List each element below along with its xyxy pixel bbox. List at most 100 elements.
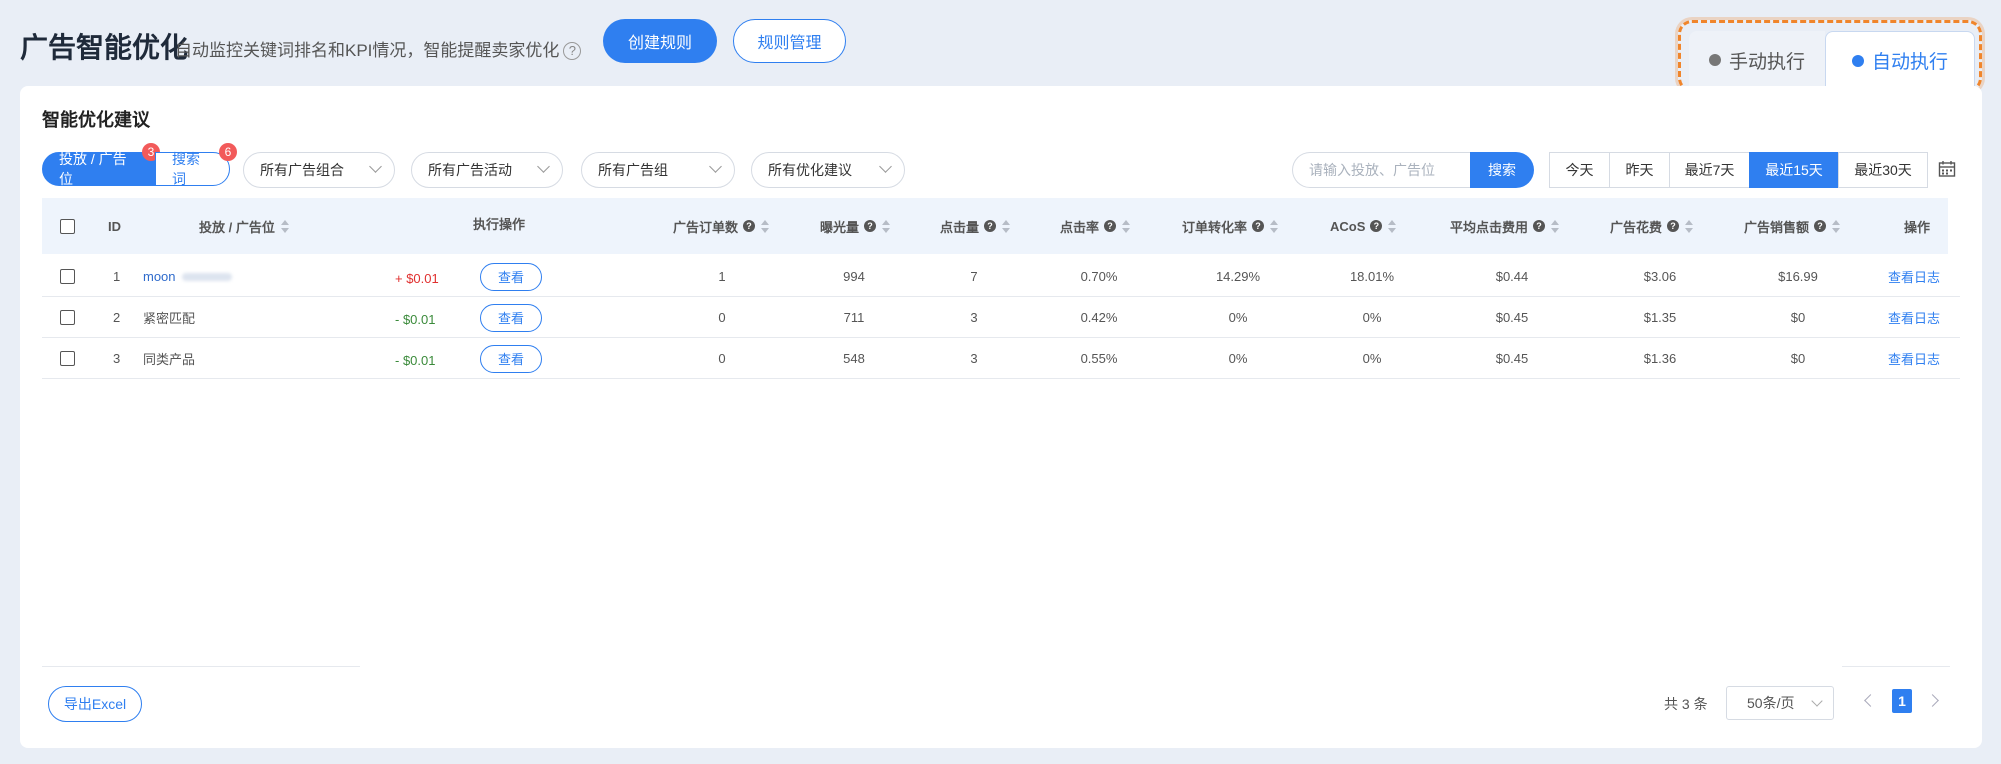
help-icon: ?	[1370, 220, 1383, 232]
header-orders[interactable]: 广告订单数?	[673, 198, 770, 254]
header-clicks[interactable]: 点击量?	[940, 198, 1011, 254]
table-row: 1 moon + $0.01 查看 1 994 7 0.70% 14.29% 1…	[42, 256, 1960, 297]
chevron-left-icon[interactable]	[1864, 694, 1877, 707]
date-range-selector: 今天 昨天 最近7天 最近15天 最近30天	[1549, 152, 1928, 188]
page-subtitle: 自动监控关键词排名和KPI情况，智能提醒卖家优化?	[175, 36, 582, 61]
view-log-link[interactable]: 查看日志	[1888, 256, 1940, 297]
date-15days-button[interactable]: 最近15天	[1749, 152, 1839, 188]
row-target: 同类产品	[143, 352, 196, 367]
page-title: 广告智能优化	[20, 32, 189, 63]
date-30days-button[interactable]: 最近30天	[1838, 152, 1928, 188]
question-circle-icon[interactable]: ?	[563, 42, 582, 60]
divider	[1842, 666, 1950, 667]
ad-group-select[interactable]: 所有广告组	[581, 152, 735, 188]
acos-value: 0%	[1362, 351, 1382, 366]
cpc-value: $0.45	[1495, 351, 1529, 366]
total-count: 共 3 条	[1664, 696, 1708, 712]
ctr-value: 0.70%	[1080, 269, 1118, 284]
select-all-checkbox[interactable]	[60, 218, 75, 234]
orders-value: 0	[718, 351, 726, 366]
segment-search-terms-label: 搜索词	[172, 151, 200, 187]
suggestion-type-select[interactable]: 所有优化建议	[751, 152, 905, 188]
sales-value: $0	[1790, 310, 1806, 325]
row-target: 紧密匹配	[143, 311, 196, 326]
segment-targeting[interactable]: 投放 / 广告位 3	[42, 143, 160, 187]
header-acos-label: ACoS	[1330, 218, 1366, 234]
view-button[interactable]: 查看	[480, 344, 542, 373]
sales-value: $0	[1790, 351, 1806, 366]
chevron-right-icon[interactable]	[1926, 694, 1939, 707]
chevron-down-icon	[369, 160, 382, 173]
export-excel-button[interactable]: 导出Excel	[48, 686, 142, 722]
header-ctr-label: 点击率	[1060, 219, 1100, 235]
row-checkbox[interactable]	[60, 351, 75, 366]
row-target[interactable]: moon	[143, 256, 232, 297]
execution-mode-switch: 手动执行 自动执行	[1678, 20, 1982, 92]
header-orders-label: 广告订单数	[673, 219, 739, 235]
tab-manual-execution[interactable]: 手动执行	[1689, 31, 1825, 89]
sales-value: $16.99	[1778, 269, 1818, 284]
acos-value: 0%	[1362, 310, 1382, 325]
header-target[interactable]: 投放 / 广告位	[199, 198, 289, 254]
view-button[interactable]: 查看	[480, 303, 542, 332]
header-cvr-label: 订单转化率	[1182, 219, 1248, 235]
calendar-icon[interactable]	[1938, 160, 1956, 178]
header-cvr[interactable]: 订单转化率?	[1182, 198, 1279, 254]
clicks-value: 3	[970, 351, 978, 366]
create-rule-button[interactable]: 创建规则	[603, 19, 717, 63]
suggestions-card: 智能优化建议 投放 / 广告位 3 搜索词 6 所有广告组合 所有广告活动 所有…	[20, 86, 1982, 748]
sort-icon	[1002, 219, 1011, 233]
search-input[interactable]	[1292, 152, 1470, 188]
campaign-select[interactable]: 所有广告活动	[411, 152, 563, 188]
help-icon: ?	[984, 220, 997, 232]
card-title: 智能优化建议	[42, 110, 150, 130]
row-id: 2	[113, 310, 121, 325]
top-bar: 广告智能优化 自动监控关键词排名和KPI情况，智能提醒卖家优化? 创建规则 规则…	[0, 0, 2001, 92]
row-id: 3	[113, 351, 121, 366]
view-log-link[interactable]: 查看日志	[1888, 338, 1940, 379]
sort-icon	[1685, 219, 1694, 233]
row-checkbox[interactable]	[60, 269, 75, 284]
cpc-value: $0.45	[1495, 310, 1529, 325]
header-impressions-label: 曝光量	[820, 219, 860, 235]
search-button[interactable]: 搜索	[1470, 152, 1534, 188]
page-size-value: 50条/页	[1747, 695, 1795, 711]
help-icon: ?	[1252, 220, 1265, 232]
cvr-value: 0%	[1228, 310, 1248, 325]
view-button[interactable]: 查看	[480, 262, 542, 291]
redacted-text	[181, 272, 232, 281]
page-size-select[interactable]: 50条/页	[1726, 686, 1834, 720]
header-acos[interactable]: ACoS?	[1330, 198, 1397, 254]
acos-value: 18.01%	[1349, 269, 1395, 284]
impressions-value: 994	[843, 269, 865, 284]
row-checkbox[interactable]	[60, 310, 75, 325]
portfolio-select[interactable]: 所有广告组合	[243, 152, 395, 188]
segment-targeting-label: 投放 / 广告位	[59, 151, 127, 187]
campaign-select-value: 所有广告活动	[428, 162, 512, 178]
header-clicks-label: 点击量	[940, 219, 980, 235]
header-impressions[interactable]: 曝光量?	[820, 198, 891, 254]
date-7days-button[interactable]: 最近7天	[1669, 152, 1750, 188]
ad-group-select-value: 所有广告组	[598, 162, 668, 178]
spend-value: $1.36	[1643, 351, 1677, 366]
header-sales[interactable]: 广告销售额?	[1744, 198, 1841, 254]
manage-rules-button[interactable]: 规则管理	[733, 19, 846, 63]
orders-value: 0	[718, 310, 726, 325]
segment-search-terms[interactable]: 搜索词 6	[155, 143, 237, 187]
impressions-value: 711	[843, 310, 865, 325]
header-target-label: 投放 / 广告位	[199, 219, 275, 235]
tab-auto-execution[interactable]: 自动执行	[1825, 31, 1975, 89]
date-yesterday-button[interactable]: 昨天	[1609, 152, 1670, 188]
header-spend[interactable]: 广告花费?	[1610, 198, 1694, 254]
page-number-current[interactable]: 1	[1892, 689, 1912, 713]
date-today-button[interactable]: 今天	[1549, 152, 1610, 188]
help-icon: ?	[743, 220, 756, 232]
header-ctr[interactable]: 点击率?	[1060, 198, 1131, 254]
view-log-link[interactable]: 查看日志	[1888, 297, 1940, 338]
sort-icon	[1832, 219, 1841, 233]
row-id: 1	[113, 269, 121, 284]
bid-change: - $0.01	[395, 312, 436, 327]
header-cpc-label: 平均点击费用	[1450, 219, 1529, 235]
header-cpc[interactable]: 平均点击费用?	[1450, 198, 1560, 254]
divider	[42, 666, 360, 667]
